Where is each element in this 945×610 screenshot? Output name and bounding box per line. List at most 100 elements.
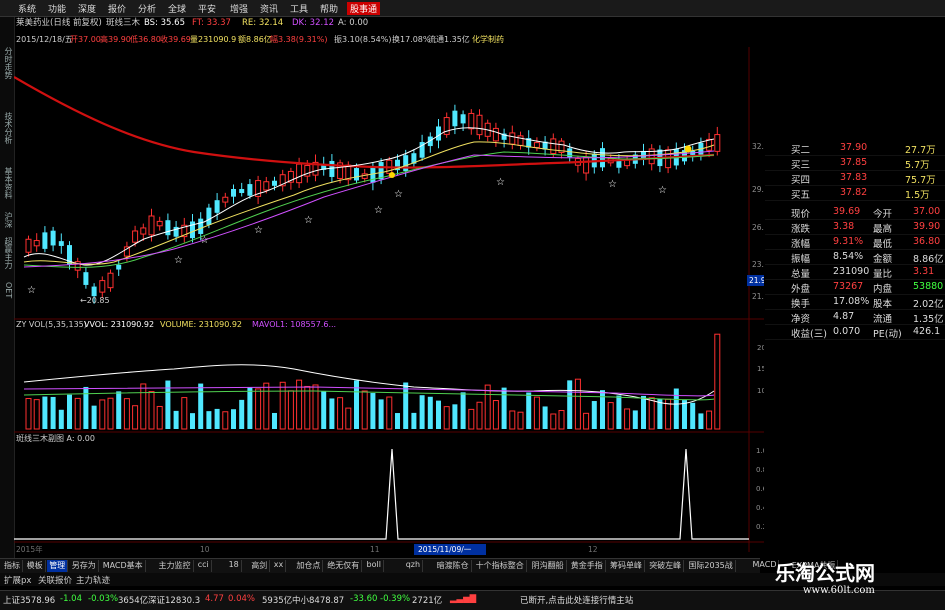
volume-bar <box>279 381 286 430</box>
stat-value: 4.87 <box>833 311 855 322</box>
menu-item-help[interactable]: 帮助 <box>320 2 338 15</box>
indicator-tab[interactable]: 国际2035战 <box>686 560 736 572</box>
indicator-tab[interactable]: 十个指标整合 <box>474 560 527 572</box>
bid-volume: 1.5万 <box>905 190 930 201</box>
indicator-tab[interactable]: 18 <box>227 560 242 572</box>
tab-fundamentals[interactable]: 基本资料 <box>1 167 13 199</box>
indicator-tab[interactable]: 主力监控 <box>157 560 194 572</box>
ohlc-amount: 额8.86亿 <box>238 34 272 44</box>
menu-item-gushitong[interactable]: 股事通 <box>347 2 381 15</box>
candle-body <box>58 241 64 246</box>
tab-technical[interactable]: 技术分析 <box>1 112 13 144</box>
sz-pct: 0.04% <box>228 594 256 604</box>
ma-white-line <box>23 127 715 266</box>
volume-bar <box>583 412 590 430</box>
indicator-tab[interactable]: cci <box>196 560 212 572</box>
bid-row: 买三 37.85 5.7万 <box>765 156 945 171</box>
indicator-tab[interactable]: boll <box>365 560 384 572</box>
stat-label: 量比 <box>873 269 893 280</box>
menu-item-enhance[interactable]: 增强 <box>230 2 248 15</box>
indicator-tab[interactable]: 高剑 <box>249 560 271 572</box>
indicator-tab[interactable]: 筹码单峰 <box>608 560 645 572</box>
stat-value: 231090 <box>833 266 870 277</box>
vol-tick: 10000 <box>757 387 764 395</box>
indicator-tab[interactable]: 指标 <box>2 560 23 572</box>
menu-item-global[interactable]: 全球 <box>168 2 186 15</box>
volume-bar <box>173 410 179 429</box>
indicator-tab[interactable]: 另存为 <box>70 560 99 572</box>
stat-value: 53880 <box>913 281 944 292</box>
candle-body <box>239 189 245 194</box>
stat-value: 3.38 <box>833 221 855 232</box>
volume-bar <box>673 388 679 429</box>
bid-row: 买五 37.82 1.5万 <box>765 186 945 201</box>
menu-item-quote[interactable]: 报价 <box>108 2 126 15</box>
vol-volume: VOLUME: 231090.92 <box>160 320 242 329</box>
volume-bar <box>239 399 245 429</box>
sz-index[interactable]: 深证12830.3 <box>148 594 200 606</box>
menu-item-function[interactable]: 功能 <box>48 2 66 15</box>
stat-value: 17.08% <box>833 296 870 307</box>
candle-body <box>624 159 631 167</box>
indicator-tab[interactable]: qzh <box>404 560 424 572</box>
candle-body <box>329 160 335 177</box>
stat-label: 振幅 <box>791 254 811 265</box>
candle-body <box>452 110 458 127</box>
kline-chart[interactable]: 莱美药业(日线 前复权) 斑线三木 BS: 35.65 FT: 33.37 RE… <box>14 17 764 557</box>
indicator-tab[interactable]: MACD基本 <box>101 560 146 572</box>
indicator-tab[interactable]: 加仓点 <box>294 560 324 572</box>
stat-label: PE(动) <box>873 329 902 340</box>
stat-value: 39.69 <box>833 206 861 217</box>
indicator-tab[interactable]: xx <box>272 560 287 572</box>
stat-label: 今开 <box>873 209 893 220</box>
indicator-tab[interactable]: 暗渡陈仓 <box>435 560 472 572</box>
menu-item-system[interactable]: 系统 <box>18 2 36 15</box>
indicator-tab[interactable]: 黄金手指 <box>569 560 606 572</box>
sh-index[interactable]: 上证3578.96 <box>3 594 55 606</box>
volume-bar <box>616 395 622 429</box>
indicator-tab[interactable]: 管理 <box>47 560 69 572</box>
related-quote-button[interactable]: 关联报价 <box>38 574 72 586</box>
candle-body <box>533 142 540 148</box>
tab-intraday[interactable]: 分时走势 <box>1 47 13 79</box>
indicator-tab[interactable]: 模板 <box>25 560 46 572</box>
volume-bar <box>476 401 483 430</box>
stat-value: 8.86亿 <box>913 254 944 265</box>
menu-item-tools[interactable]: 工具 <box>290 2 308 15</box>
menu-item-news[interactable]: 资讯 <box>260 2 278 15</box>
tab-main-force[interactable]: 超赢主力 <box>1 237 13 269</box>
candle-body <box>296 163 303 184</box>
indicator-tab[interactable]: 绝无仅有 <box>325 560 363 572</box>
volume-bar <box>567 380 573 429</box>
bid-price: 37.82 <box>840 187 868 198</box>
volume-bar <box>641 395 646 429</box>
menu-item-analysis[interactable]: 分析 <box>138 2 156 15</box>
vol-ma-purple <box>23 386 715 397</box>
stock-name: 莱美药业(日线 前复权) <box>16 17 102 28</box>
menu-item-depth[interactable]: 深度 <box>78 2 96 15</box>
main-force-track-button[interactable]: 主力轨迹 <box>76 574 110 586</box>
connection-message[interactable]: 已断开,点击此处连接行情主站 <box>520 594 633 606</box>
tab-oet[interactable]: OET <box>1 282 13 298</box>
zx-pct: -0.39% <box>380 594 411 604</box>
candle-body <box>116 264 122 270</box>
volume-bar <box>148 391 155 430</box>
menu-item-pingan[interactable]: 平安 <box>198 2 216 15</box>
volume-bar <box>337 397 344 430</box>
stat-row: 振幅 8.54% 金额 8.86亿 <box>765 250 945 265</box>
indicator-tab[interactable]: 突破左峰 <box>647 560 685 572</box>
candle-body <box>403 155 409 172</box>
zx-index[interactable]: 中小8478.87 <box>292 594 344 606</box>
expand-button[interactable]: 扩展px <box>4 574 31 586</box>
yellow-dot-icon <box>389 172 395 178</box>
volume-bar <box>460 392 466 429</box>
stat-label: 内盘 <box>873 284 893 295</box>
volume-bar <box>181 397 188 430</box>
candle-body <box>492 127 499 142</box>
zx-change: -33.60 <box>350 594 378 604</box>
tab-hushen[interactable]: 沪深 <box>1 212 13 228</box>
indicator-tab[interactable]: 阴沟翻船 <box>530 560 567 572</box>
bs-value: BS: 35.65 <box>144 18 185 28</box>
stat-label: 最高 <box>873 224 893 235</box>
stat-value: 37.00 <box>913 206 941 217</box>
